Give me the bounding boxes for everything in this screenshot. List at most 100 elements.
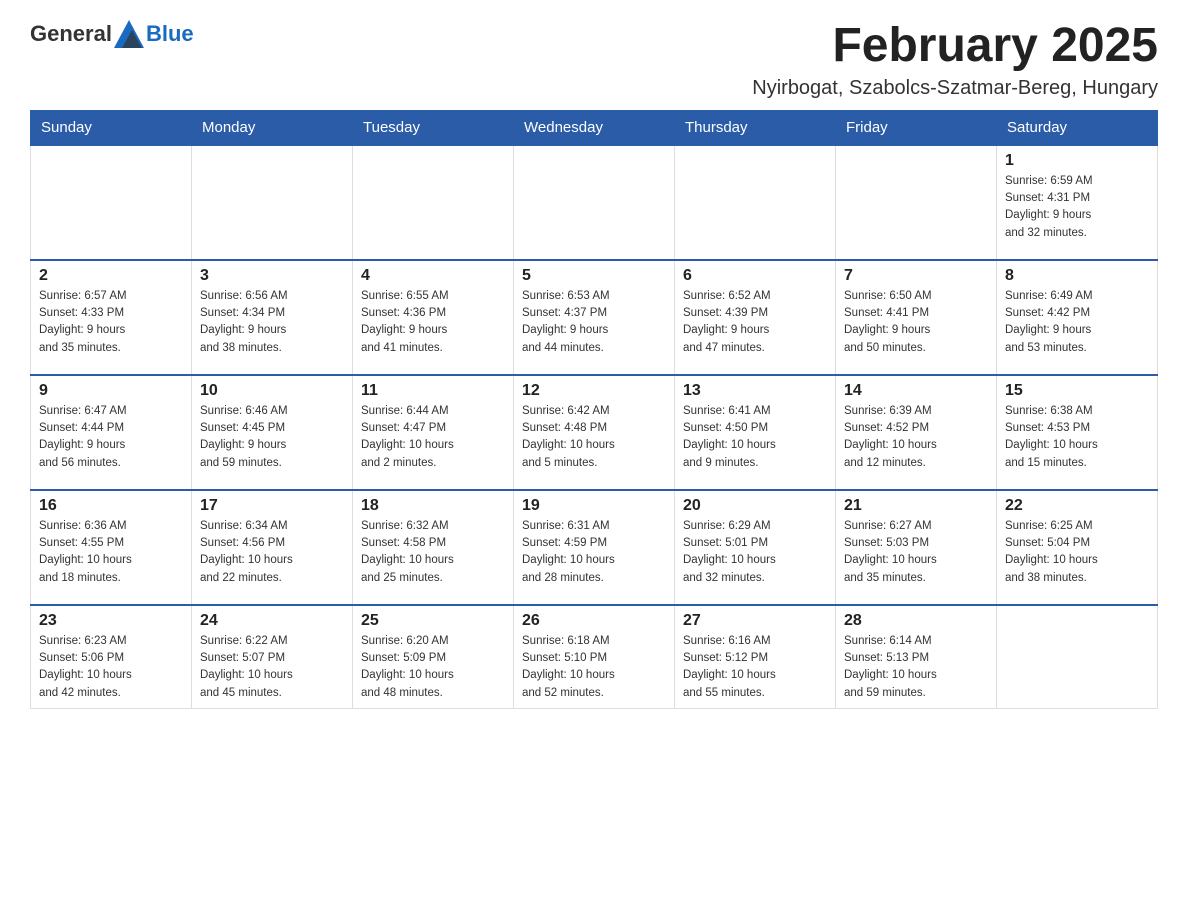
day-number: 23	[39, 612, 183, 630]
calendar-day-cell	[836, 145, 997, 260]
day-info: Sunrise: 6:46 AM Sunset: 4:45 PM Dayligh…	[200, 403, 344, 472]
day-number: 22	[1005, 497, 1149, 515]
day-info: Sunrise: 6:27 AM Sunset: 5:03 PM Dayligh…	[844, 518, 988, 587]
calendar-week-row: 2Sunrise: 6:57 AM Sunset: 4:33 PM Daylig…	[31, 260, 1158, 375]
calendar-day-cell	[514, 145, 675, 260]
day-number: 16	[39, 497, 183, 515]
calendar-day-cell: 6Sunrise: 6:52 AM Sunset: 4:39 PM Daylig…	[675, 260, 836, 375]
weekday-header-monday: Monday	[192, 110, 353, 145]
calendar-day-cell: 9Sunrise: 6:47 AM Sunset: 4:44 PM Daylig…	[31, 375, 192, 490]
day-info: Sunrise: 6:34 AM Sunset: 4:56 PM Dayligh…	[200, 518, 344, 587]
calendar-day-cell: 14 Sunrise: 6:39 AM Sunset: 4:52 PM Dayli…	[836, 375, 997, 490]
month-title: February 2025	[752, 20, 1158, 73]
calendar-day-cell: 28 Sunrise: 6:14 AM Sunset: 5:13 PM Dayli…	[836, 605, 997, 709]
calendar-day-cell: 16 Sunrise: 6:36 AM Sunset: 4:55 PM Dayli…	[31, 490, 192, 605]
day-info: Sunrise: 6:18 AM Sunset: 5:10 PM Dayligh…	[522, 633, 666, 702]
weekday-header-row: SundayMondayTuesdayWednesdayThursdayFrid…	[31, 110, 1158, 145]
day-info: Sunrise: 6:39 AM Sunset: 4:52 PM Dayligh…	[844, 403, 988, 472]
day-number: 3	[200, 267, 344, 285]
day-number: 19	[522, 497, 666, 515]
day-number: 8	[1005, 267, 1149, 285]
calendar-day-cell: 20 Sunrise: 6:29 AM Sunset: 5:01 PM Dayli…	[675, 490, 836, 605]
calendar-week-row: 23 Sunrise: 6:23 AM Sunset: 5:06 PM Dayli…	[31, 605, 1158, 709]
day-info: Sunrise: 6:44 AM Sunset: 4:47 PM Dayligh…	[361, 403, 505, 472]
calendar-week-row: 1 Sunrise: 6:59 AM Sunset: 4:31 PM Daylig…	[31, 145, 1158, 260]
calendar-day-cell: 10 Sunrise: 6:46 AM Sunset: 4:45 PM Dayli…	[192, 375, 353, 490]
day-info: Sunrise: 6:38 AM Sunset: 4:53 PM Dayligh…	[1005, 403, 1149, 472]
calendar-day-cell	[31, 145, 192, 260]
calendar-table: SundayMondayTuesdayWednesdayThursdayFrid…	[30, 110, 1158, 709]
day-info: Sunrise: 6:29 AM Sunset: 5:01 PM Dayligh…	[683, 518, 827, 587]
day-info: Sunrise: 6:56 AM Sunset: 4:34 PM Dayligh…	[200, 288, 344, 357]
calendar-day-cell	[997, 605, 1158, 709]
day-info: Sunrise: 6:32 AM Sunset: 4:58 PM Dayligh…	[361, 518, 505, 587]
calendar-week-row: 16 Sunrise: 6:36 AM Sunset: 4:55 PM Dayli…	[31, 490, 1158, 605]
day-number: 24	[200, 612, 344, 630]
calendar-day-cell: 26 Sunrise: 6:18 AM Sunset: 5:10 PM Dayli…	[514, 605, 675, 709]
calendar-day-cell: 3 Sunrise: 6:56 AM Sunset: 4:34 PM Daylig…	[192, 260, 353, 375]
day-number: 25	[361, 612, 505, 630]
day-number: 11	[361, 382, 505, 400]
day-number: 13	[683, 382, 827, 400]
calendar-week-row: 9Sunrise: 6:47 AM Sunset: 4:44 PM Daylig…	[31, 375, 1158, 490]
day-info: Sunrise: 6:31 AM Sunset: 4:59 PM Dayligh…	[522, 518, 666, 587]
weekday-header-friday: Friday	[836, 110, 997, 145]
logo-blue-text: Blue	[146, 21, 194, 47]
day-info: Sunrise: 6:55 AM Sunset: 4:36 PM Dayligh…	[361, 288, 505, 357]
day-number: 27	[683, 612, 827, 630]
weekday-header-thursday: Thursday	[675, 110, 836, 145]
day-number: 18	[361, 497, 505, 515]
day-number: 20	[683, 497, 827, 515]
day-info: Sunrise: 6:53 AM Sunset: 4:37 PM Dayligh…	[522, 288, 666, 357]
day-number: 15	[1005, 382, 1149, 400]
calendar-day-cell: 13 Sunrise: 6:41 AM Sunset: 4:50 PM Dayli…	[675, 375, 836, 490]
day-info: Sunrise: 6:36 AM Sunset: 4:55 PM Dayligh…	[39, 518, 183, 587]
day-number: 12	[522, 382, 666, 400]
day-number: 1	[1005, 152, 1149, 170]
day-info: Sunrise: 6:59 AM Sunset: 4:31 PM Dayligh…	[1005, 173, 1149, 242]
calendar-day-cell: 19 Sunrise: 6:31 AM Sunset: 4:59 PM Dayli…	[514, 490, 675, 605]
calendar-day-cell: 2Sunrise: 6:57 AM Sunset: 4:33 PM Daylig…	[31, 260, 192, 375]
day-info: Sunrise: 6:20 AM Sunset: 5:09 PM Dayligh…	[361, 633, 505, 702]
calendar-day-cell: 21 Sunrise: 6:27 AM Sunset: 5:03 PM Dayli…	[836, 490, 997, 605]
calendar-day-cell: 7Sunrise: 6:50 AM Sunset: 4:41 PM Daylig…	[836, 260, 997, 375]
day-info: Sunrise: 6:41 AM Sunset: 4:50 PM Dayligh…	[683, 403, 827, 472]
calendar-day-cell: 12Sunrise: 6:42 AM Sunset: 4:48 PM Dayli…	[514, 375, 675, 490]
page-header: General Blue February 2025 Nyirbogat, Sz…	[30, 20, 1158, 100]
calendar-day-cell: 17 Sunrise: 6:34 AM Sunset: 4:56 PM Dayli…	[192, 490, 353, 605]
day-number: 14	[844, 382, 988, 400]
calendar-day-cell: 22 Sunrise: 6:25 AM Sunset: 5:04 PM Dayli…	[997, 490, 1158, 605]
logo-general-text: General	[30, 21, 112, 47]
day-number: 10	[200, 382, 344, 400]
day-number: 5	[522, 267, 666, 285]
calendar-day-cell: 1 Sunrise: 6:59 AM Sunset: 4:31 PM Daylig…	[997, 145, 1158, 260]
logo: General Blue	[30, 20, 194, 48]
calendar-day-cell: 11 Sunrise: 6:44 AM Sunset: 4:47 PM Dayli…	[353, 375, 514, 490]
weekday-header-wednesday: Wednesday	[514, 110, 675, 145]
calendar-day-cell: 5 Sunrise: 6:53 AM Sunset: 4:37 PM Daylig…	[514, 260, 675, 375]
calendar-day-cell	[675, 145, 836, 260]
day-info: Sunrise: 6:22 AM Sunset: 5:07 PM Dayligh…	[200, 633, 344, 702]
calendar-day-cell: 8 Sunrise: 6:49 AM Sunset: 4:42 PM Daylig…	[997, 260, 1158, 375]
calendar-day-cell	[353, 145, 514, 260]
day-number: 17	[200, 497, 344, 515]
day-info: Sunrise: 6:50 AM Sunset: 4:41 PM Dayligh…	[844, 288, 988, 357]
day-info: Sunrise: 6:49 AM Sunset: 4:42 PM Dayligh…	[1005, 288, 1149, 357]
logo-icon	[114, 20, 144, 48]
calendar-day-cell: 15 Sunrise: 6:38 AM Sunset: 4:53 PM Dayli…	[997, 375, 1158, 490]
calendar-day-cell: 27 Sunrise: 6:16 AM Sunset: 5:12 PM Dayli…	[675, 605, 836, 709]
day-info: Sunrise: 6:47 AM Sunset: 4:44 PM Dayligh…	[39, 403, 183, 472]
calendar-day-cell: 4Sunrise: 6:55 AM Sunset: 4:36 PM Daylig…	[353, 260, 514, 375]
day-info: Sunrise: 6:23 AM Sunset: 5:06 PM Dayligh…	[39, 633, 183, 702]
calendar-day-cell: 25 Sunrise: 6:20 AM Sunset: 5:09 PM Dayli…	[353, 605, 514, 709]
calendar-day-cell	[192, 145, 353, 260]
day-number: 2	[39, 267, 183, 285]
day-info: Sunrise: 6:25 AM Sunset: 5:04 PM Dayligh…	[1005, 518, 1149, 587]
day-info: Sunrise: 6:16 AM Sunset: 5:12 PM Dayligh…	[683, 633, 827, 702]
day-number: 26	[522, 612, 666, 630]
day-info: Sunrise: 6:14 AM Sunset: 5:13 PM Dayligh…	[844, 633, 988, 702]
weekday-header-sunday: Sunday	[31, 110, 192, 145]
day-number: 21	[844, 497, 988, 515]
calendar-day-cell: 18 Sunrise: 6:32 AM Sunset: 4:58 PM Dayli…	[353, 490, 514, 605]
day-number: 28	[844, 612, 988, 630]
